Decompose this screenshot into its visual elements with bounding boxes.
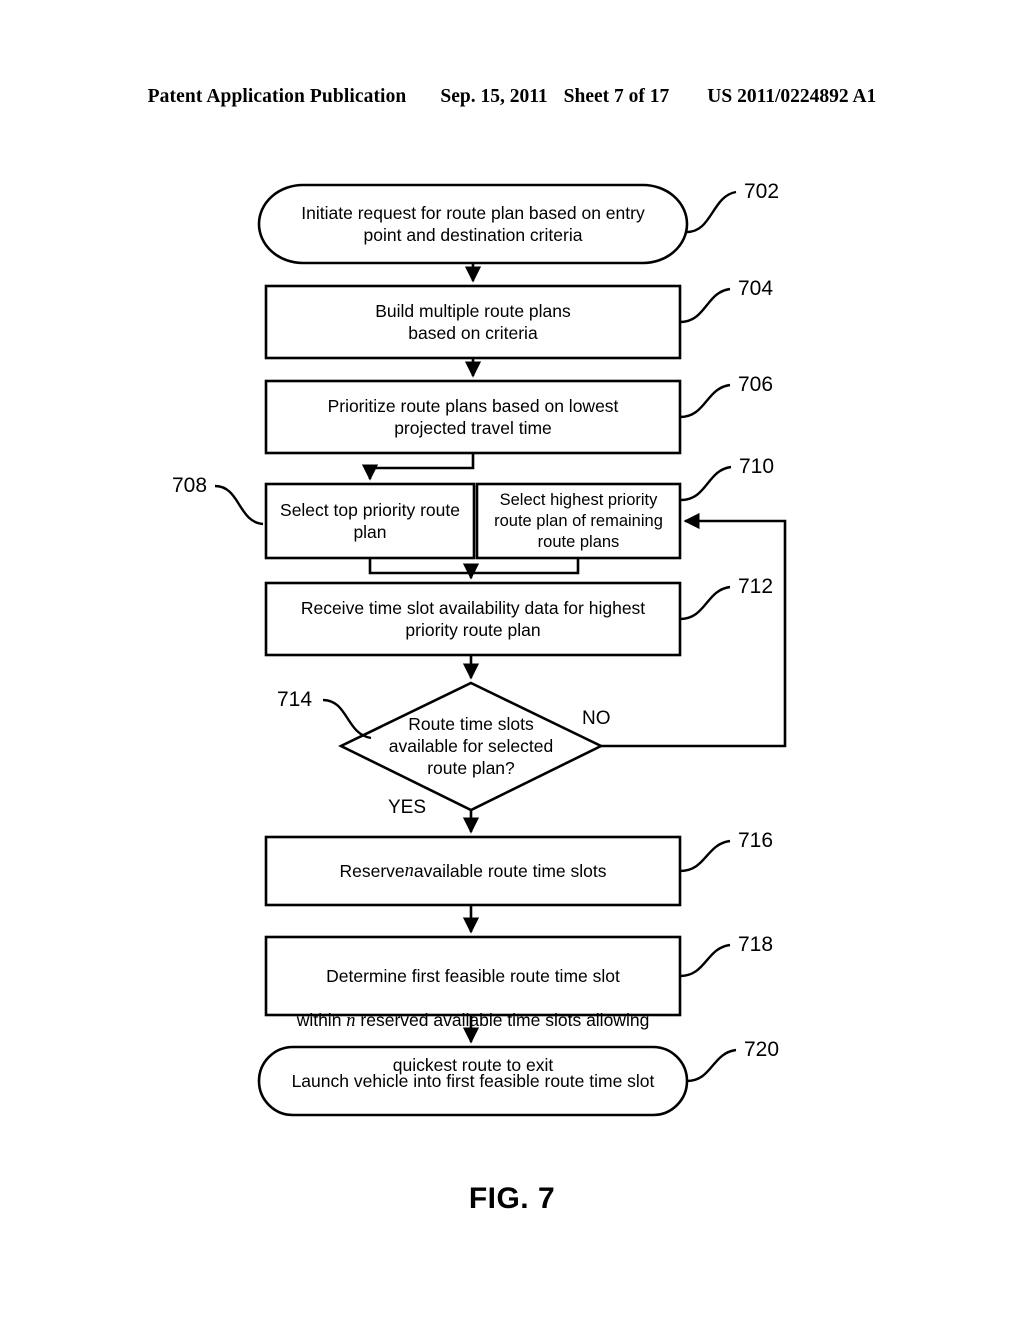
- ref-708: 708: [172, 474, 208, 497]
- node-710-label: Select highest priority route plan of re…: [494, 490, 663, 551]
- branch-label-no: NO: [582, 708, 611, 729]
- node-716-label: Reserve n available route time slots: [266, 837, 680, 905]
- leader-706: [679, 383, 731, 419]
- branch-label-yes: YES: [388, 797, 427, 818]
- node-716-text-before: Reserve: [339, 861, 405, 881]
- connector-706-708: [361, 453, 475, 481]
- node-706-label: Prioritize route plans based on lowest p…: [327, 396, 619, 438]
- ref-702: 702: [744, 180, 780, 203]
- ref-704: 704: [738, 277, 774, 300]
- leader-718: [679, 943, 731, 978]
- node-718-line2-before: within: [296, 1010, 347, 1030]
- leader-710: [680, 465, 732, 502]
- leader-712: [679, 585, 731, 621]
- connector-710-merge: [471, 558, 580, 575]
- leader-702: [686, 190, 737, 234]
- node-702-label: Initiate request for route plan based on…: [301, 203, 645, 245]
- node-718-label: Determine first feasible route time slot…: [266, 937, 680, 1075]
- node-712-label: Receive time slot availability data for …: [300, 598, 646, 640]
- node-716-text-after: available route time slots: [413, 861, 607, 881]
- ref-712: 712: [738, 575, 774, 598]
- ref-718: 718: [738, 933, 774, 956]
- leader-704: [679, 287, 731, 324]
- node-718-line2: within n reserved available time slots a…: [274, 1009, 672, 1032]
- node-720-label: Launch vehicle into first feasible route…: [291, 1071, 655, 1091]
- ref-716: 716: [738, 829, 774, 852]
- leader-716: [679, 839, 731, 873]
- ref-706: 706: [738, 373, 774, 396]
- node-718-variable: n: [346, 1011, 356, 1031]
- node-718-line1: Determine first feasible route time slot: [326, 966, 620, 986]
- node-716-variable: n: [404, 861, 414, 881]
- node-704-label: Build multiple route plans based on crit…: [375, 301, 571, 343]
- ref-710: 710: [739, 455, 775, 478]
- ref-714: 714: [277, 688, 313, 711]
- leader-720: [686, 1048, 737, 1083]
- patent-figure-page: Patent Application Publication Sep. 15, …: [0, 0, 1024, 1320]
- node-714-label: Route time slots available for selected …: [388, 714, 554, 778]
- figure-caption: FIG. 7: [468, 1182, 556, 1215]
- leader-708: [214, 484, 264, 526]
- node-718-line2-after: reserved available time slots allowing: [355, 1010, 650, 1030]
- ref-720: 720: [744, 1038, 780, 1061]
- node-708-label: Select top priority route plan: [280, 500, 460, 542]
- connector-708-merge: [368, 558, 471, 575]
